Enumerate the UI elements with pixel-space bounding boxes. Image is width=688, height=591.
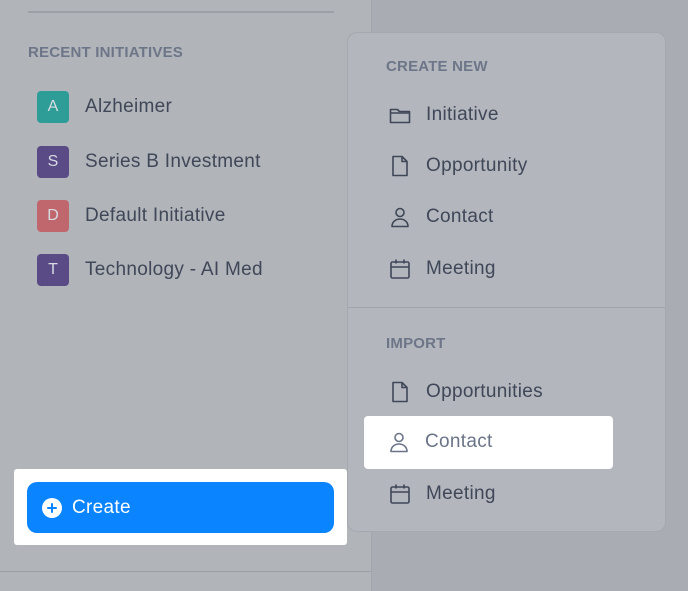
initiative-label: Series B Investment bbox=[85, 151, 261, 172]
initiative-label: Technology - AI Med bbox=[85, 259, 263, 280]
calendar-icon bbox=[388, 257, 412, 281]
folder-icon bbox=[388, 103, 412, 127]
menu-item-label: Meeting bbox=[426, 258, 496, 279]
file-icon bbox=[388, 154, 412, 178]
menu-item-label: Contact bbox=[425, 431, 493, 452]
initiative-avatar: D bbox=[37, 200, 69, 232]
initiative-avatar: A bbox=[37, 91, 69, 123]
person-icon bbox=[387, 430, 411, 454]
initiative-item-technology-ai-med[interactable]: T Technology - AI Med bbox=[37, 254, 263, 286]
sidebar-bottom-divider bbox=[0, 571, 372, 572]
plus-circle-icon bbox=[42, 497, 62, 518]
create-button[interactable]: Create bbox=[27, 482, 334, 533]
menu-item-label: Initiative bbox=[426, 104, 499, 125]
menu-item-label: Opportunity bbox=[426, 155, 528, 176]
initiative-item-default-initiative[interactable]: D Default Initiative bbox=[37, 200, 226, 232]
initiative-avatar: T bbox=[37, 254, 69, 286]
menu-item-create-initiative[interactable]: Initiative bbox=[388, 100, 499, 130]
menu-item-import-contact[interactable]: Contact bbox=[387, 427, 493, 457]
initiative-label: Alzheimer bbox=[85, 96, 173, 117]
menu-divider bbox=[348, 307, 665, 308]
import-heading: IMPORT bbox=[386, 335, 446, 352]
menu-item-create-contact[interactable]: Contact bbox=[388, 202, 494, 232]
menu-item-label: Contact bbox=[426, 206, 494, 227]
menu-item-label: Meeting bbox=[426, 483, 496, 504]
sidebar-divider bbox=[28, 11, 334, 13]
person-icon bbox=[388, 205, 412, 229]
initiative-item-alzheimer[interactable]: A Alzheimer bbox=[37, 91, 172, 123]
menu-item-create-meeting[interactable]: Meeting bbox=[388, 254, 496, 284]
menu-item-import-meeting[interactable]: Meeting bbox=[388, 479, 496, 509]
initiative-avatar: S bbox=[37, 146, 69, 178]
calendar-icon bbox=[388, 482, 412, 506]
create-new-heading: CREATE NEW bbox=[386, 58, 488, 75]
menu-item-create-opportunity[interactable]: Opportunity bbox=[388, 151, 528, 181]
initiative-item-series-b-investment[interactable]: S Series B Investment bbox=[37, 146, 261, 178]
initiative-label: Default Initiative bbox=[85, 205, 226, 226]
menu-item-import-opportunities[interactable]: Opportunities bbox=[388, 377, 543, 407]
menu-item-label: Opportunities bbox=[426, 381, 543, 402]
create-button-label: Create bbox=[72, 496, 131, 518]
file-icon bbox=[388, 380, 412, 404]
recent-initiatives-heading: RECENT INITIATIVES bbox=[28, 44, 183, 61]
